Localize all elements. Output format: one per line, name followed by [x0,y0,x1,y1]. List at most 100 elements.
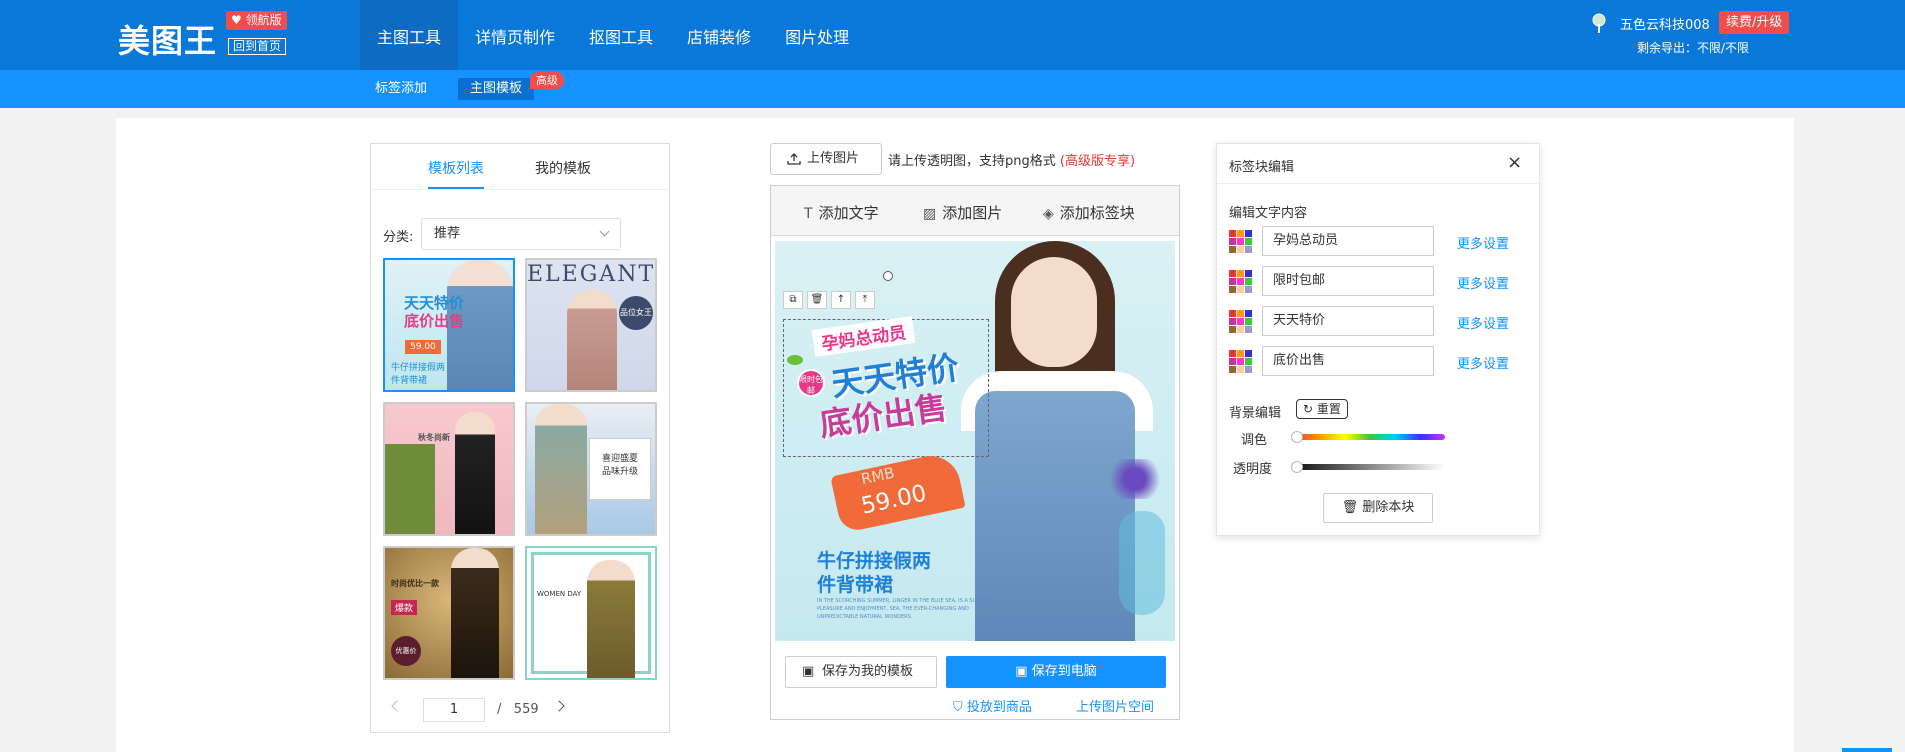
hue-slider[interactable] [1295,434,1445,440]
more-settings-link[interactable]: 更多设置 [1457,233,1509,252]
nav-item-cutout[interactable]: 抠图工具 [572,0,670,70]
category-select[interactable]: 推荐 [421,218,621,250]
bring-forward-icon[interactable]: ↑ [831,291,851,309]
tag-text-input[interactable]: 天天特价 [1262,306,1434,336]
background-edit-label: 背景编辑 [1229,406,1282,421]
app-logo[interactable]: 美图王 [118,16,217,62]
opacity-slider[interactable] [1295,464,1445,470]
upload-icon [787,153,801,165]
upload-to-space-link[interactable]: 上传图片空间 [1076,696,1154,715]
flower-decor [1105,459,1165,499]
page-separator: / [497,702,502,717]
text-row: 天天特价 更多设置 [1229,306,1529,338]
model-figure [451,548,499,678]
main-nav: 主图工具 详情页制作 抠图工具 店铺装修 图片处理 [360,0,866,70]
page-input[interactable]: 1 [423,698,485,722]
more-settings-link[interactable]: 更多设置 [1457,353,1509,372]
text-row: 限时包邮 更多设置 [1229,266,1529,298]
text-tool-icon: T [804,206,813,222]
save-as-template-label: 保存为我的模板 [822,664,914,679]
refresh-icon: ↻ [1303,402,1317,416]
image-icon: ▨ [923,206,937,222]
home-link[interactable]: 回到首页 [228,38,287,55]
template-thumb[interactable]: 喜迎盛夏 品味升级 [525,402,657,536]
tag-icon: ◈ [1043,206,1054,222]
tab-my-templates[interactable]: 我的模板 [535,158,591,178]
tab-template-list[interactable]: 模板列表 [428,158,484,178]
template-thumb[interactable]: WOMEN DAY [525,546,657,680]
save-icon: ▣ [1015,664,1032,679]
close-icon[interactable]: × [1507,152,1522,173]
save-to-pc-button[interactable]: ▣ 保存到电脑 [946,656,1166,688]
thumb-subtitle: 品位女王 [619,296,653,330]
export-quota: 剩余导出：不限/不限 [1637,41,1750,55]
tag-text-input[interactable]: 底价出售 [1262,346,1434,376]
text-row: 孕妈总动员 更多设置 [1229,226,1529,258]
page-total-value: 559 [513,702,539,717]
upload-hint-text: 请上传透明图，支持png格式 [888,154,1056,169]
color-palette-icon[interactable] [1229,230,1253,254]
rotate-handle-icon[interactable] [883,271,893,281]
page-total: / 559 [497,702,539,717]
product-title-2: 件背带裙 [817,574,894,596]
tag-badge[interactable]: 限时包邮 [797,369,825,397]
user-name[interactable]: 五色云科技008 [1620,14,1710,33]
hue-slider-knob[interactable] [1291,431,1303,443]
next-page-icon[interactable] [553,700,565,712]
tag-text-input[interactable]: 孕妈总动员 [1262,226,1434,256]
category-value: 推荐 [434,226,461,241]
model-figure [587,560,635,678]
renew-upgrade-button[interactable]: 续费/升级 [1719,11,1790,34]
color-palette-icon[interactable] [1229,350,1253,374]
user-avatar[interactable] [1590,12,1608,34]
color-palette-icon[interactable] [1229,310,1253,334]
nav-item-main-tool[interactable]: 主图工具 [360,0,459,70]
add-text-button[interactable]: T 添加文字 [804,202,879,223]
subnav-main-template[interactable]: 主图模板 [458,78,535,100]
tag-block-editor: 标签块编辑 × 编辑文字内容 孕妈总动员 更多设置 限时包邮 更多设置 天天特价… [1216,143,1540,536]
template-thumb[interactable]: ELEGANT 品位女王 [525,258,657,392]
nav-item-shop-decor[interactable]: 店铺装修 [670,0,768,70]
add-tag-block-button[interactable]: ◈ 添加标签块 [1043,202,1135,223]
hue-label: 调色 [1241,433,1268,448]
save-as-template-button[interactable]: ▣ 保存为我的模板 [785,656,937,688]
template-thumb[interactable]: 天天特价 底价出售 59.00 牛仔拼接假两件背带裙 [383,258,515,392]
copy-icon[interactable]: ⧉ [783,291,803,309]
top-navbar: 美图王 ♥ 领航版 回到首页 主图工具 详情页制作 抠图工具 店铺装修 图片处理… [0,0,1905,70]
subnav-tag-add[interactable]: 标签添加 [363,78,439,100]
product-title: 牛仔拼接假两 [817,550,932,572]
nav-item-detail-page[interactable]: 详情页制作 [458,0,572,70]
color-palette-icon[interactable] [1229,270,1253,294]
template-thumb[interactable]: 秋冬尚新 [383,402,515,536]
upload-hint: 请上传透明图，支持png格式 (高级版专享) [888,150,1135,169]
vase-decor [1119,511,1165,615]
bring-to-front-icon[interactable]: ⤒ [855,291,875,309]
design-canvas[interactable]: ⧉ 🗑 ↑ ⤒ 孕妈总动员 天天特价 底价出售 限时包邮 RMB 59.00 牛… [775,241,1175,641]
more-settings-link[interactable]: 更多设置 [1457,273,1509,292]
editor-panel: T 添加文字 ▨ 添加图片 ◈ 添加标签块 ⧉ 🗑 ↑ ⤒ 孕妈总动员 天天特价 底价… [770,185,1180,720]
opacity-label: 透明度 [1233,462,1273,477]
delete-icon[interactable]: 🗑 [807,291,827,309]
nav-item-image-process[interactable]: 图片处理 [768,0,866,70]
tag-text-input[interactable]: 限时包邮 [1262,266,1434,296]
reset-button[interactable]: ↻ 重置 [1296,399,1348,419]
deploy-to-product-link[interactable]: ⛉ 投放到商品 [953,696,1032,715]
promo-card: 喜迎盛夏 品味升级 [589,438,651,500]
model-figure [535,404,587,534]
template-thumb[interactable]: 时尚优比一款 爆款 优惠价 [383,546,515,680]
add-image-button[interactable]: ▨ 添加图片 [923,202,1002,223]
pro-only-note: (高级版专享) [1059,154,1136,169]
corner-tab[interactable] [1842,748,1892,752]
thumb-foot: 优惠价 [391,636,421,666]
delete-block-button[interactable]: 🗑 删除本块 [1323,493,1433,523]
thumb-title: 秋冬尚新 [418,433,450,442]
thumb-title: ELEGANT [527,262,656,287]
text-row: 底价出售 更多设置 [1229,346,1529,378]
add-text-label: 添加文字 [818,204,879,222]
pagination: 1 / 559 [371,696,669,724]
more-settings-link[interactable]: 更多设置 [1457,313,1509,332]
upload-image-button[interactable]: 上传图片 [770,143,882,175]
prev-page-icon[interactable] [391,700,403,712]
opacity-slider-knob[interactable] [1291,461,1303,473]
thumb-subtitle: 品味升级 [601,467,638,477]
